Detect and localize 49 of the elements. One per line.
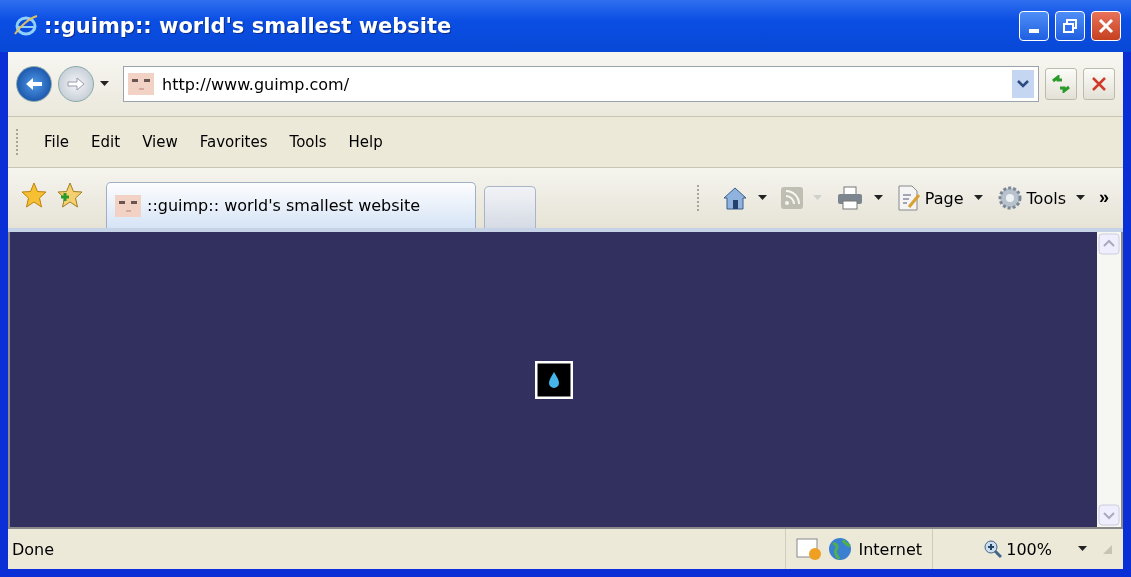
window-title: ::guimp:: world's smallest website	[44, 14, 453, 38]
caret-icon[interactable]	[873, 195, 883, 201]
stop-x-icon	[1091, 76, 1107, 92]
menu-item[interactable]: Help	[339, 129, 392, 155]
minimize-button[interactable]	[1019, 11, 1049, 41]
face-icon	[115, 194, 141, 217]
restore-icon	[1063, 19, 1077, 33]
gear-icon	[996, 185, 1023, 211]
back-button[interactable]	[16, 66, 52, 102]
add-favorite-icon[interactable]	[56, 181, 84, 209]
zoom-in-icon	[984, 540, 1003, 558]
feed-icon	[780, 187, 803, 209]
zone-label: Internet	[858, 539, 922, 559]
caret-icon[interactable]	[1076, 195, 1085, 201]
menu-item[interactable]: Edit	[82, 129, 130, 155]
menu-item[interactable]: View	[133, 129, 187, 155]
close-button[interactable]	[1091, 11, 1121, 41]
page-button[interactable]: Page	[892, 183, 987, 213]
back-arrow-icon	[24, 76, 44, 92]
warning-icon	[796, 537, 823, 561]
browser-logo-icon	[14, 14, 38, 38]
address-field[interactable]: http://www.guimp.com/	[123, 66, 1039, 102]
stop-button[interactable]	[1083, 68, 1115, 100]
caret-icon[interactable]	[973, 195, 983, 201]
caret-icon[interactable]	[757, 195, 767, 201]
close-icon	[1098, 18, 1114, 34]
globe-icon	[828, 537, 853, 561]
refresh-button[interactable]	[1045, 68, 1077, 100]
menu-item[interactable]: Favorites	[190, 129, 277, 155]
house-icon	[721, 186, 748, 210]
zoom-button[interactable]: 100%	[976, 539, 1095, 559]
caret-icon[interactable]	[1078, 546, 1087, 552]
menu-item[interactable]: File	[35, 129, 79, 155]
minimize-icon	[1029, 29, 1039, 33]
resize-grip-icon[interactable]	[1101, 543, 1113, 555]
caret-icon[interactable]	[100, 81, 109, 87]
tools-button[interactable]: Tools	[992, 183, 1089, 213]
favorites-star-icon[interactable]	[20, 181, 48, 209]
face-icon	[128, 73, 154, 95]
more-button[interactable]: »	[1095, 187, 1113, 208]
printer-icon	[835, 186, 864, 210]
status-text: Done	[11, 539, 56, 559]
dropdown-icon[interactable]	[1012, 70, 1034, 98]
menu-item[interactable]: Tools	[280, 129, 336, 155]
refresh-arrows-icon	[1050, 75, 1072, 93]
document-icon	[896, 185, 921, 211]
forward-arrow-icon	[66, 76, 86, 92]
restore-button[interactable]	[1055, 11, 1085, 41]
browser-tab[interactable]: ::guimp:: world's smallest website	[106, 182, 476, 228]
